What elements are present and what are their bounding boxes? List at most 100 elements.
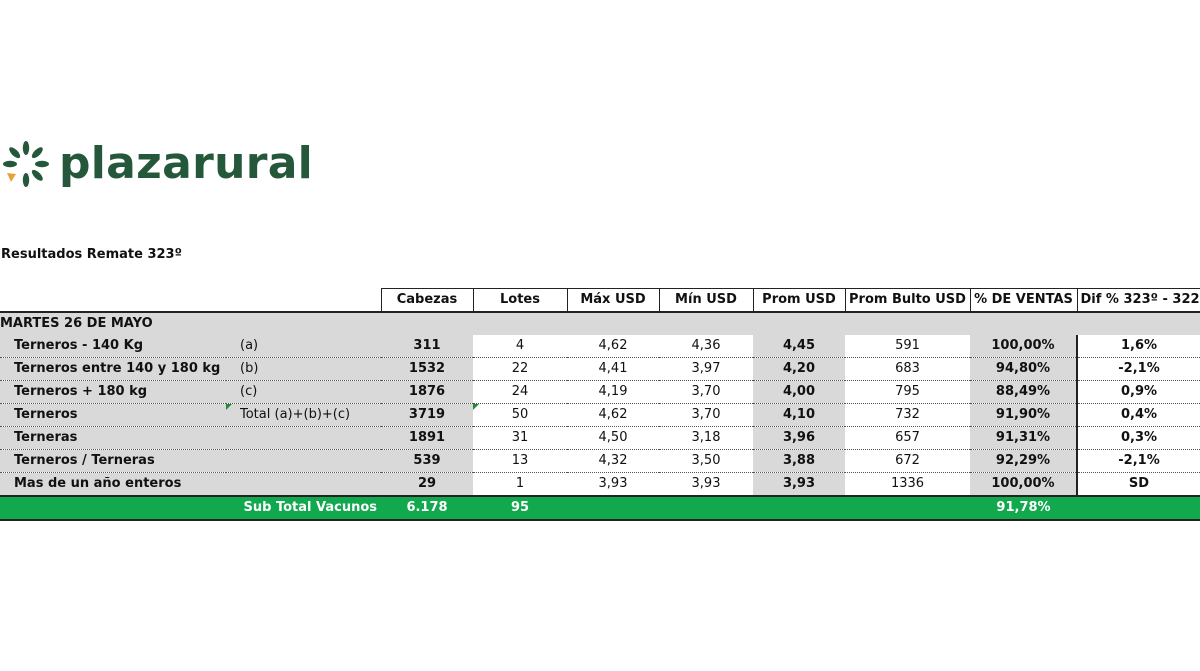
cell-min-usd: 3,18 — [659, 426, 753, 450]
cell-min-usd: 3,70 — [659, 380, 753, 404]
cell-dif-pct: -2,1% — [1077, 357, 1200, 381]
cell-prom-usd: 4,20 — [753, 357, 845, 381]
table-header-row: Cabezas Lotes Máx USD Mín USD Prom USD P… — [0, 288, 1200, 313]
cell-max-usd: 4,50 — [567, 426, 659, 450]
cell-max-usd: 4,62 — [567, 403, 659, 427]
cell-prom-usd: 3,93 — [753, 472, 845, 497]
row-note: (a) — [226, 335, 381, 358]
cell-cabezas: 1891 — [381, 426, 473, 450]
cell-pct-ventas: 94,80% — [970, 357, 1078, 381]
table-row: Terneros + 180 kg (c) 1876 24 4,19 3,70 4,00 79… — [0, 380, 1200, 404]
subtotal-lotes: 95 — [473, 495, 567, 521]
subtotal-pct-ventas: 91,78% — [970, 495, 1077, 521]
subtotal-blank — [659, 495, 753, 521]
subtotal-blank — [753, 495, 845, 521]
header-blank — [226, 288, 381, 313]
cell-prom-bulto-usd: 672 — [845, 449, 970, 473]
table-row: Terneros Total (a)+(b)+(c) 3719 50 4,62 3,70 4… — [0, 403, 1200, 427]
subtotal-blank — [0, 495, 226, 521]
cell-min-usd: 3,70 — [659, 403, 753, 427]
report-title: Resultados Remate 323º — [1, 247, 182, 262]
table-row: Mas de un año enteros 29 1 3,93 3,93 3,93 1336… — [0, 472, 1200, 497]
plazarural-logo: plazarural — [0, 132, 313, 196]
cell-dif-pct: SD — [1077, 472, 1200, 497]
cell-max-usd: 4,41 — [567, 357, 659, 381]
row-name: Terneros / Terneras — [0, 449, 226, 473]
header-cabezas: Cabezas — [380, 288, 474, 313]
cell-cabezas: 539 — [381, 449, 473, 473]
cell-pct-ventas: 92,29% — [970, 449, 1078, 473]
cell-prom-usd: 3,88 — [753, 449, 845, 473]
cell-lotes: 13 — [473, 449, 567, 473]
row-name: Terneras — [0, 426, 226, 450]
row-note: Total (a)+(b)+(c) — [226, 403, 381, 427]
cell-cabezas: 1532 — [381, 357, 473, 381]
cell-dif-pct: 0,9% — [1077, 380, 1200, 404]
cell-min-usd: 4,36 — [659, 335, 753, 358]
cell-dif-pct: -2,1% — [1077, 449, 1200, 473]
cell-prom-usd: 4,45 — [753, 335, 845, 358]
cell-prom-bulto-usd: 683 — [845, 357, 970, 381]
table-row: Terneros - 140 Kg (a) 311 4 4,62 4,36 4,45 591 1… — [0, 335, 1200, 358]
row-name: Mas de un año enteros — [0, 472, 226, 497]
row-note: (c) — [226, 380, 381, 404]
cell-max-usd: 3,93 — [567, 472, 659, 497]
section-row: MARTES 26 DE MAYO — [0, 311, 1200, 335]
table-row: Terneros entre 140 y 180 kg (b) 1532 22 4,41… — [0, 357, 1200, 381]
row-note: (b) — [226, 357, 381, 381]
table-row: Terneras 1891 31 4,50 3,18 3,96 657 91,31% 0,3% — [0, 426, 1200, 450]
row-note — [226, 426, 381, 450]
cell-dif-pct: 1,6% — [1077, 335, 1200, 358]
subtotal-blank — [567, 495, 659, 521]
cell-prom-usd: 4,10 — [753, 403, 845, 427]
subtotal-cabezas: 6.178 — [381, 495, 473, 521]
cell-prom-usd: 4,00 — [753, 380, 845, 404]
cell-prom-bulto-usd: 657 — [845, 426, 970, 450]
cell-cabezas: 29 — [381, 472, 473, 497]
cell-lotes: 24 — [473, 380, 567, 404]
sunburst-logo-icon — [3, 141, 49, 187]
cell-cabezas: 1876 — [381, 380, 473, 404]
table-row: Terneros / Terneras 539 13 4,32 3,50 3,88 672 9… — [0, 449, 1200, 473]
header-max-usd: Máx USD — [566, 288, 660, 313]
cell-prom-bulto-usd: 732 — [845, 403, 970, 427]
cell-dif-pct: 0,4% — [1077, 403, 1200, 427]
cell-cabezas: 3719 — [381, 403, 473, 427]
subtotal-blank — [1077, 495, 1200, 521]
cell-min-usd: 3,93 — [659, 472, 753, 497]
header-prom-usd: Prom USD — [752, 288, 846, 313]
cell-max-usd: 4,19 — [567, 380, 659, 404]
subtotal-blank — [845, 495, 970, 521]
cell-prom-usd: 3,96 — [753, 426, 845, 450]
cell-lotes: 50 — [473, 403, 567, 427]
header-min-usd: Mín USD — [658, 288, 754, 313]
row-note — [226, 449, 381, 473]
cell-pct-ventas: 100,00% — [970, 472, 1078, 497]
header-prom-bulto-usd: Prom Bulto USD — [844, 288, 971, 313]
subtotal-row: Sub Total Vacunos 6.178 95 91,78% — [0, 495, 1200, 521]
cell-prom-bulto-usd: 1336 — [845, 472, 970, 497]
header-blank — [0, 288, 226, 313]
cell-lotes: 1 — [473, 472, 567, 497]
logo-wordmark: plazarural — [59, 138, 314, 189]
cell-lotes: 4 — [473, 335, 567, 358]
row-name: Terneros entre 140 y 180 kg — [0, 357, 226, 381]
row-name: Terneros - 140 Kg — [0, 335, 226, 358]
cell-pct-ventas: 91,31% — [970, 426, 1078, 450]
section-title: MARTES 26 DE MAYO — [0, 311, 1200, 335]
cell-pct-ventas: 91,90% — [970, 403, 1078, 427]
header-dif-pct: Dif % 323º - 322º — [1076, 288, 1200, 313]
cell-lotes: 22 — [473, 357, 567, 381]
header-lotes: Lotes — [472, 288, 568, 313]
cell-min-usd: 3,97 — [659, 357, 753, 381]
subtotal-label: Sub Total Vacunos — [226, 495, 381, 521]
cell-cabezas: 311 — [381, 335, 473, 358]
cell-dif-pct: 0,3% — [1077, 426, 1200, 450]
row-name: Terneros + 180 kg — [0, 380, 226, 404]
cell-max-usd: 4,62 — [567, 335, 659, 358]
results-table: Cabezas Lotes Máx USD Mín USD Prom USD P… — [0, 288, 1200, 521]
row-name: Terneros — [0, 403, 226, 427]
cell-max-usd: 4,32 — [567, 449, 659, 473]
cell-prom-bulto-usd: 795 — [845, 380, 970, 404]
row-note — [226, 472, 381, 497]
